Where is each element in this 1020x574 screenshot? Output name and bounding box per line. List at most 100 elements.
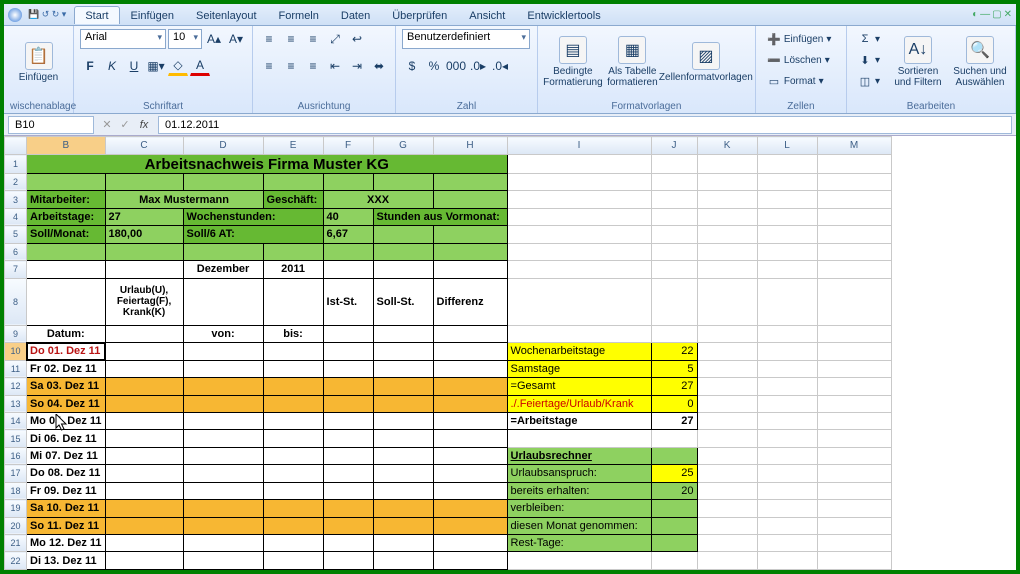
align-center-icon[interactable]: ≡ [281, 56, 301, 76]
align-mid-icon[interactable]: ≡ [281, 29, 301, 49]
tab-daten[interactable]: Daten [330, 6, 381, 24]
formula-input[interactable]: 01.12.2011 [158, 116, 1012, 134]
format-table-button[interactable]: ▦Als Tabelle formatieren [606, 29, 659, 95]
row-header-8[interactable]: 8 [5, 278, 27, 325]
shrink-font-icon[interactable]: A▾ [226, 29, 246, 49]
row-header-3[interactable]: 3 [5, 191, 27, 208]
date-cell[interactable]: Di 06. Dez 11 [27, 430, 106, 447]
italic-button[interactable]: K [102, 56, 122, 76]
fill-button[interactable]: ⬇▾ [853, 50, 885, 70]
row-header-4[interactable]: 4 [5, 208, 27, 225]
orientation-icon[interactable]: ⤢ [325, 29, 345, 49]
row-header-9[interactable]: 9 [5, 325, 27, 342]
row-header-6[interactable]: 6 [5, 243, 27, 260]
find-select-button[interactable]: 🔍Suchen und Auswählen [951, 29, 1009, 95]
row-header-14[interactable]: 14 [5, 412, 27, 429]
align-bot-icon[interactable]: ≡ [303, 29, 323, 49]
row-header-11[interactable]: 11 [5, 360, 27, 377]
row-header-12[interactable]: 12 [5, 378, 27, 395]
row-header-21[interactable]: 21 [5, 535, 27, 552]
date-cell[interactable]: Do 08. Dez 11 [27, 465, 106, 482]
tab-ansicht[interactable]: Ansicht [458, 6, 516, 24]
date-cell[interactable]: Sa 10. Dez 11 [27, 500, 106, 517]
bold-button[interactable]: F [80, 56, 100, 76]
format-cells-button[interactable]: ▭Format ▾ [762, 71, 837, 91]
insert-cells-button[interactable]: ➕Einfügen ▾ [762, 29, 837, 49]
date-cell[interactable]: Di 13. Dez 11 [27, 552, 106, 570]
date-cell[interactable]: Mo 12. Dez 11 [27, 535, 106, 552]
col-header-K[interactable]: K [697, 137, 757, 155]
paste-button[interactable]: 📋 Einfügen [10, 29, 67, 95]
date-cell[interactable]: Mo 05. Dez 11 [27, 412, 106, 429]
row-header-5[interactable]: 5 [5, 226, 27, 243]
col-header-C[interactable]: C [105, 137, 183, 155]
col-header-J[interactable]: J [651, 137, 697, 155]
percent-icon[interactable]: % [424, 56, 444, 76]
col-header-H[interactable]: H [433, 137, 507, 155]
row-header-18[interactable]: 18 [5, 482, 27, 499]
col-header-I[interactable]: I [507, 137, 651, 155]
col-header-E[interactable]: E [263, 137, 323, 155]
fx-icon[interactable]: fx [134, 119, 154, 131]
row-header-20[interactable]: 20 [5, 517, 27, 534]
border-button[interactable]: ▦▾ [146, 56, 166, 76]
comma-icon[interactable]: 000 [446, 56, 466, 76]
inc-dec-icon[interactable]: .0▸ [468, 56, 488, 76]
font-name-combo[interactable]: Arial [80, 29, 166, 49]
col-header-G[interactable]: G [373, 137, 433, 155]
office-orb[interactable] [8, 8, 22, 22]
row-header-16[interactable]: 16 [5, 447, 27, 464]
font-color-button[interactable]: A [190, 56, 210, 76]
number-format-combo[interactable]: Benutzerdefiniert [402, 29, 530, 49]
tab-überprüfen[interactable]: Überprüfen [381, 6, 458, 24]
tab-entwicklertools[interactable]: Entwicklertools [516, 6, 611, 24]
minimize-icon[interactable]: — [980, 9, 990, 20]
date-cell[interactable]: So 11. Dez 11 [27, 517, 106, 534]
sort-filter-button[interactable]: A↓Sortieren und Filtern [889, 29, 947, 95]
underline-button[interactable]: U [124, 56, 144, 76]
align-top-icon[interactable]: ≡ [259, 29, 279, 49]
date-cell[interactable]: Sa 03. Dez 11 [27, 378, 106, 395]
help-icon[interactable]: ◐ [972, 9, 978, 20]
font-size-combo[interactable]: 10 [168, 29, 202, 49]
date-cell[interactable]: Mi 07. Dez 11 [27, 447, 106, 464]
date-cell[interactable]: Do 01. Dez 11 [27, 343, 106, 360]
date-cell[interactable]: Fr 09. Dez 11 [27, 482, 106, 499]
close-icon[interactable]: ✕ [1004, 9, 1012, 20]
row-header-1[interactable]: 1 [5, 155, 27, 173]
cancel-fx-icon[interactable]: ✕ [98, 118, 116, 131]
tab-start[interactable]: Start [74, 6, 119, 24]
row-header-15[interactable]: 15 [5, 430, 27, 447]
row-header-2[interactable]: 2 [5, 173, 27, 190]
align-left-icon[interactable]: ≡ [259, 56, 279, 76]
currency-icon[interactable]: $ [402, 56, 422, 76]
col-header-L[interactable]: L [757, 137, 817, 155]
grow-font-icon[interactable]: A▴ [204, 29, 224, 49]
cond-format-button[interactable]: ▤Bedingte Formatierung [544, 29, 602, 95]
wrap-text-icon[interactable]: ↩ [347, 29, 367, 49]
autosum-button[interactable]: Σ▾ [853, 29, 885, 49]
row-header-13[interactable]: 13 [5, 395, 27, 412]
qat[interactable]: 💾 ↺ ↻ ▾ [28, 9, 66, 20]
tab-formeln[interactable]: Formeln [268, 6, 330, 24]
worksheet[interactable]: BCDEFGHIJKLM1Arbeitsnachweis Firma Muste… [4, 136, 1016, 570]
date-cell[interactable]: So 04. Dez 11 [27, 395, 106, 412]
row-header-19[interactable]: 19 [5, 500, 27, 517]
indent-inc-icon[interactable]: ⇥ [347, 56, 367, 76]
restore-icon[interactable]: ▢ [992, 9, 1001, 20]
col-header-D[interactable]: D [183, 137, 263, 155]
col-header-B[interactable]: B [27, 137, 106, 155]
tab-seitenlayout[interactable]: Seitenlayout [185, 6, 268, 24]
row-header-22[interactable]: 22 [5, 552, 27, 570]
enter-fx-icon[interactable]: ✓ [116, 118, 134, 131]
merge-icon[interactable]: ⬌ [369, 56, 389, 76]
row-header-17[interactable]: 17 [5, 465, 27, 482]
row-header-7[interactable]: 7 [5, 261, 27, 278]
row-header-10[interactable]: 10 [5, 343, 27, 360]
date-cell[interactable]: Fr 02. Dez 11 [27, 360, 106, 377]
col-header-M[interactable]: M [817, 137, 891, 155]
cell-styles-button[interactable]: ▨Zellenformatvorlagen [663, 29, 749, 95]
name-box[interactable]: B10 [8, 116, 94, 134]
col-header-F[interactable]: F [323, 137, 373, 155]
fill-color-button[interactable]: ◇ [168, 56, 188, 76]
